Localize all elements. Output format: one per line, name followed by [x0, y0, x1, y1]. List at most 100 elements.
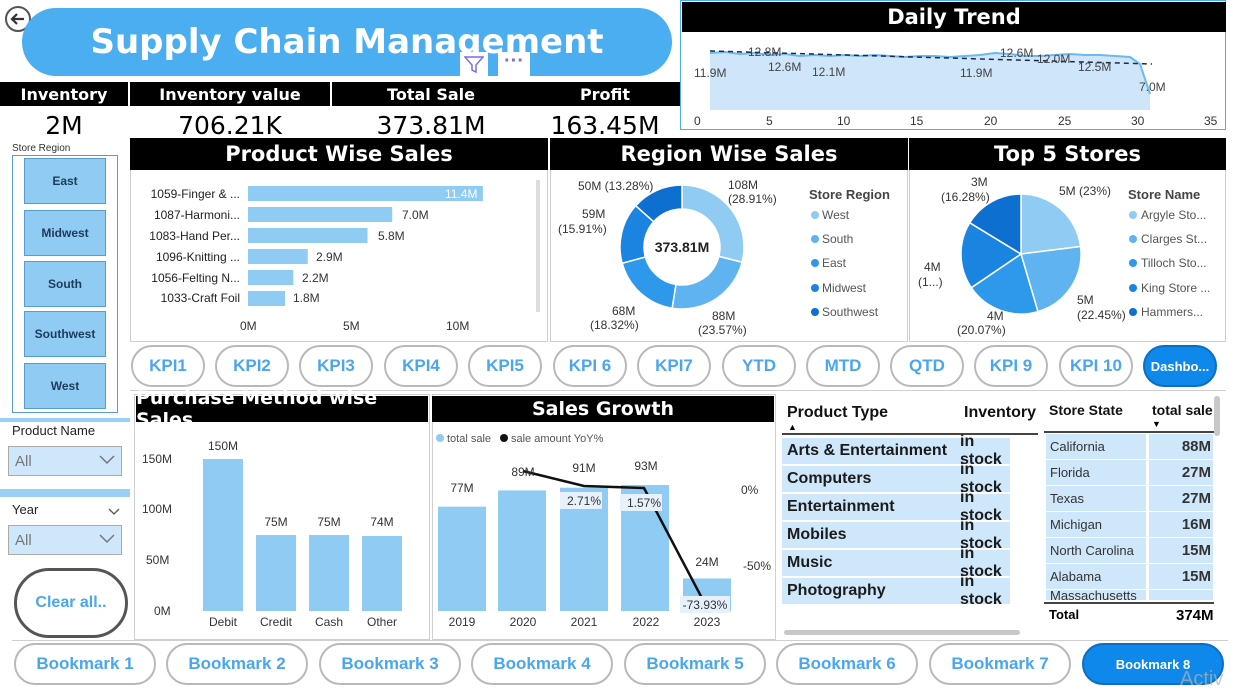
kpi-tab[interactable]: Dashbo... [1143, 345, 1217, 387]
product-type-row[interactable]: Photography in stock [782, 573, 1010, 608]
store-state-row[interactable]: Alabama 15M [1046, 564, 1213, 589]
region-button-west[interactable]: West [24, 363, 106, 409]
bookmark-button[interactable]: Bookmark 4 [471, 643, 613, 685]
region-button-east[interactable]: East [24, 158, 106, 204]
store-state-row[interactable]: North Carolina 15M [1046, 538, 1213, 563]
region-sales-data-label: (23.57%) [698, 323, 747, 337]
product-name-dropdown[interactable]: All [8, 446, 122, 476]
product-type-header[interactable]: Product Type [787, 404, 888, 422]
top-stores-data-label: (1...) [918, 275, 943, 289]
product-sales-data-label: 11.4M [445, 187, 477, 201]
store-state-header[interactable]: Store State [1049, 402, 1123, 418]
bookmark-button[interactable]: Bookmark 3 [319, 643, 461, 685]
purchase-y-tick: 0M [154, 604, 171, 618]
purchase-y-tick: 50M [146, 553, 169, 567]
sales-growth-category: 2021 [571, 615, 598, 629]
inventory-header[interactable]: Inventory [964, 404, 1036, 422]
store-state-row[interactable]: Massachusetts [1046, 590, 1213, 600]
purchase-data-label: 150M [208, 439, 238, 453]
kpi-tab[interactable]: KPI 9 [974, 345, 1048, 387]
sales-growth-line-label: 1.57% [627, 496, 661, 510]
purchase-y-tick: 150M [142, 452, 172, 466]
sales-growth-category: 2019 [449, 615, 476, 629]
region-legend-item: West [822, 208, 850, 222]
year-header-chevron-icon[interactable] [108, 503, 120, 521]
daily-trend-label: 12.5M [1078, 60, 1111, 74]
store-state-cell: Michigan [1046, 512, 1146, 537]
bookmark-button[interactable]: Bookmark 2 [166, 643, 308, 685]
kpi-tab[interactable]: MTD [806, 345, 880, 387]
year-label: Year [12, 502, 39, 517]
daily-trend-x-tick: 0 [694, 114, 701, 128]
kpi-total-sale-label: Total Sale [332, 82, 530, 106]
product-sales-x-tick: 10M [446, 319, 469, 333]
store-state-cell: Alabama [1046, 564, 1146, 589]
store-state-total-value: 374M [1176, 607, 1214, 624]
kpi-tab[interactable]: KPI4 [384, 345, 458, 387]
product-sales-bar [248, 228, 368, 243]
product-sales-bar [248, 291, 286, 306]
region-button-southwest[interactable]: Southwest [24, 311, 106, 357]
top-stores-data-label: (20.07%) [957, 323, 1006, 337]
daily-trend-x-tick: 35 [1204, 114, 1218, 128]
store-state-row[interactable]: California 88M [1046, 434, 1213, 459]
kpi-tab[interactable]: KPI 6 [553, 345, 627, 387]
purchase-data-label: 75M [317, 515, 340, 529]
total-sale-header[interactable]: total sale [1152, 402, 1214, 418]
year-dropdown[interactable]: All [8, 525, 122, 555]
kpi-tab[interactable]: KPI2 [215, 345, 289, 387]
kpi-profit-value: 163.45M [550, 110, 660, 140]
product-sales-category: 1056-Felting N... [151, 271, 240, 285]
bookmark-button[interactable]: Bookmark 1 [14, 643, 156, 685]
region-sales-data-label: (28.91%) [728, 192, 777, 206]
region-sales-data-label: 88M [712, 309, 735, 323]
purchase-data-label: 75M [264, 515, 287, 529]
top-stores-chart: 5M (23%) 5M (22.45%) 4M (20.07%) 4M (1..… [918, 175, 1210, 337]
bookmark-button[interactable]: Bookmark 5 [624, 643, 766, 685]
product-type-scrollbar[interactable] [784, 630, 1020, 635]
product-type-cell: Computers [787, 470, 872, 487]
store-state-row[interactable]: Michigan 16M [1046, 512, 1213, 537]
sales-growth-category: 2022 [633, 615, 660, 629]
kpi-inventory-label: Inventory [0, 82, 128, 106]
product-name-label: Product Name [12, 423, 96, 438]
region-sales-data-label: 59M [582, 207, 605, 221]
region-button-midwest[interactable]: Midwest [24, 210, 106, 256]
kpi-tab[interactable]: QTD [890, 345, 964, 387]
top-stores-data-label: (22.45%) [1077, 308, 1126, 322]
purchase-data-label: 74M [370, 515, 393, 529]
store-total-sale-cell: 27M [1149, 486, 1213, 511]
store-state-scrollbar[interactable] [1214, 396, 1220, 436]
top-stores-title: Top 5 Stores [909, 138, 1226, 170]
store-state-row[interactable]: Florida 27M [1046, 460, 1213, 485]
kpi-tab[interactable]: KPI3 [299, 345, 373, 387]
purchase-method-bar [309, 535, 349, 611]
bookmark-button[interactable]: Bookmark 7 [929, 643, 1071, 685]
region-legend-item: South [822, 232, 853, 246]
kpi-tab[interactable]: KPI7 [637, 345, 711, 387]
bookmark-button[interactable]: Bookmark 6 [776, 643, 918, 685]
kpi-tab[interactable]: KPI 10 [1059, 345, 1133, 387]
product-type-cell: Entertainment [787, 498, 895, 515]
product-sales-data-label: 5.8M [378, 229, 405, 243]
more-options-icon[interactable]: ··· [498, 51, 530, 78]
kpi-tab[interactable]: KPI5 [468, 345, 542, 387]
product-sales-x-tick: 5M [343, 319, 360, 333]
store-total-sale-cell: 88M [1149, 434, 1213, 459]
daily-trend-label: 12.1M [812, 65, 845, 79]
clear-all-button[interactable]: Clear all.. [14, 568, 128, 638]
clear-all-label: Clear all.. [35, 594, 107, 611]
kpi-tab[interactable]: YTD [722, 345, 796, 387]
daily-trend-label: 7.0M [1139, 80, 1166, 94]
store-state-row[interactable]: Texas 27M [1046, 486, 1213, 511]
product-name-value: All [15, 452, 32, 470]
product-sales-category: 1096-Knitting ... [156, 250, 240, 264]
sales-growth-chart: total sale sale amount YoY% 77M 89M 91M … [436, 433, 771, 629]
sales-growth-bar-label: 77M [450, 481, 473, 495]
sales-growth-bar-label: 24M [695, 555, 718, 569]
kpi-tab[interactable]: KPI1 [131, 345, 205, 387]
daily-trend-x-tick: 10 [837, 114, 851, 128]
filter-icon[interactable] [460, 52, 488, 78]
sales-growth-bar [438, 506, 486, 611]
region-button-south[interactable]: South [24, 261, 106, 307]
